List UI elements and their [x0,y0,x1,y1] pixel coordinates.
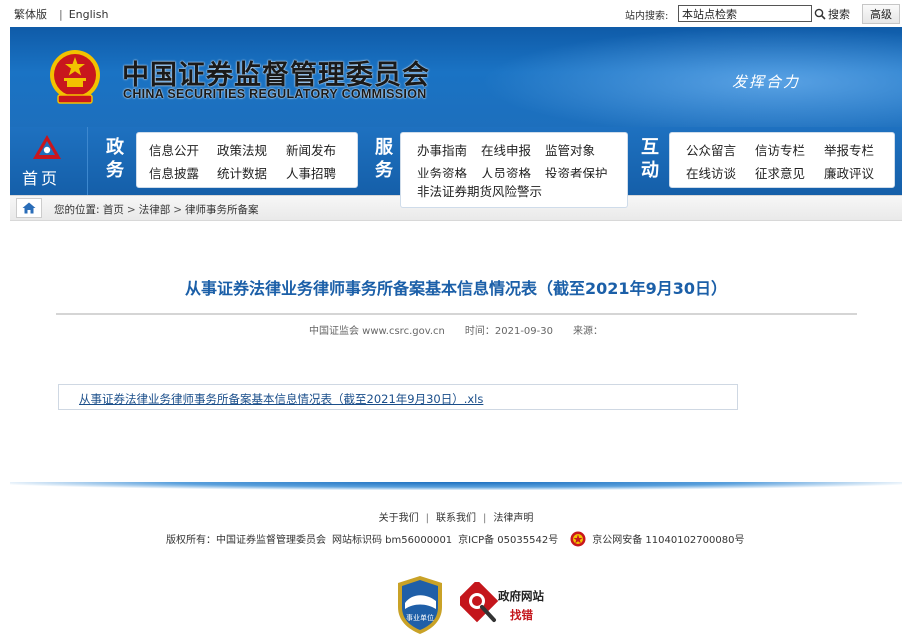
article-meta: 中国证监会 www.csrc.gov.cn 时间：2021-09-30 来源： [0,322,912,337]
footer-copyright: 版权所有：中国证券监督管理委员会 网站标识码 bm56000001 京ICP备 05… [166,531,744,547]
gov-site-label: 政府网站 [498,589,544,603]
nav-item-news[interactable]: 新闻发布 [286,140,336,159]
copyright-text: 版权所有：中国证券监督管理委员会 [166,535,326,546]
banner-slogan: 发挥合力 [732,73,801,91]
nav-item-recruit[interactable]: 人事招聘 [286,163,336,182]
breadcrumb-prefix: 您的位置: [54,204,100,216]
site-title-en: CHINA SECURITIES REGULATORY COMMISSION [123,87,427,101]
nav-item-public-message[interactable]: 公众留言 [686,140,736,159]
find-error-label: 找错 [510,608,533,622]
nav-group-gov-char1: 政 [106,137,124,158]
nav-item-disclosure[interactable]: 信息披露 [149,163,199,182]
nav-item-info-public[interactable]: 信息公开 [149,140,199,159]
footer-link-separator: | [425,513,429,524]
nav-group-gov: 信息公开 政策法规 新闻发布 信息披露 统计数据 人事招聘 [136,132,358,188]
attachment-box: 从事证券法律业务律师事务所备案基本信息情况表（截至2021年9月30日）.xls [58,384,738,410]
footer-links: 关于我们 | 联系我们 | 法律声明 [0,509,912,524]
nav-group-service-char2: 务 [375,160,393,181]
search-button-label: 搜索 [828,8,850,21]
nav-group-interact: 公众留言 信访专栏 举报专栏 在线访谈 征求意见 廉政评议 [669,132,895,188]
advanced-search-button[interactable]: 高级 [862,4,900,24]
search-label: 站内搜索: [625,11,669,22]
article-title: 从事证券法律业务律师事务所备案基本信息情况表（截至2021年9月30日） [185,279,727,298]
breadcrumb-item-home[interactable]: 首页 [103,204,124,216]
article-divider [56,313,857,315]
police-badge-icon [570,531,586,547]
nav-service-dropdown-extension: 非法证券期货风险警示 [400,178,628,208]
police-record[interactable]: 京公网安备 11040102700080号 [592,535,744,546]
english-link[interactable]: English [69,8,109,21]
nav-item-illegal-warning[interactable]: 非法证券期货风险警示 [417,181,542,200]
nav-group-service-label: 服 务 [370,136,398,182]
nav-group-interact-label: 互 动 [636,136,664,182]
magnifier-error-icon [460,582,499,623]
traditional-link[interactable]: 繁体版 [14,8,47,21]
nav-item-guide[interactable]: 办事指南 [417,140,467,159]
nav-group-interact-char2: 动 [641,160,659,181]
house-icon [22,202,36,214]
gov-site-error-badge[interactable]: 政府网站 找错 [460,582,556,626]
search-button[interactable]: 搜索 [814,5,858,23]
site-id: 网站标识码 bm56000001 [332,535,453,546]
nav-group-gov-char2: 务 [106,160,124,181]
footer-link-about[interactable]: 关于我们 [379,513,419,524]
nav-home-label: 首页 [22,169,61,188]
nav-item-report[interactable]: 举报专栏 [824,140,874,159]
lang-separator: | [59,8,63,21]
nav-item-solicit[interactable]: 征求意见 [755,163,805,182]
breadcrumb-separator: > [173,204,183,216]
nav-item-statistics[interactable]: 统计数据 [217,163,267,182]
icp-number[interactable]: 京ICP备 05035542号 [458,535,558,546]
nav-item-regulated[interactable]: 监管对象 [545,140,595,159]
magnifier-icon [814,8,826,20]
language-switch: 繁体版 | English [14,6,114,22]
nav-item-petition[interactable]: 信访专栏 [755,140,805,159]
nav-group-service-char1: 服 [375,137,393,158]
csrc-logo-icon [33,135,61,159]
attachment-link[interactable]: 从事证券法律业务律师事务所备案基本信息情况表（截至2021年9月30日）.xls [79,391,483,407]
breadcrumb-item-legal[interactable]: 法律部 [139,204,171,216]
breadcrumb-item-filing[interactable]: 律师事务所备案 [185,204,259,216]
breadcrumb-home-button[interactable] [16,198,42,218]
nav-group-gov-label: 政 务 [101,136,129,182]
footer-divider [10,482,902,490]
search-input[interactable] [678,5,812,22]
top-bar: 繁体版 | English 站内搜索: 搜索 高级 [0,0,912,27]
nav-item-policy[interactable]: 政策法规 [217,140,267,159]
nav-group-interact-char1: 互 [641,137,659,158]
article-from: 来源： [573,326,603,337]
nav-item-online-interview[interactable]: 在线访谈 [686,163,736,182]
footer-link-contact[interactable]: 联系我们 [436,513,476,524]
footer-link-legal[interactable]: 法律声明 [493,513,533,524]
banner-glow [480,27,902,127]
article-time: 时间：2021-09-30 [464,326,553,337]
national-emblem-icon [50,50,100,104]
breadcrumb-separator: > [126,204,136,216]
site-banner: 中国证券监督管理委员会 CHINA SECURITIES REGULATORY … [10,27,902,127]
nav-item-online-apply[interactable]: 在线申报 [481,140,531,159]
article-source: 中国证监会 www.csrc.gov.cn [309,326,445,337]
breadcrumb-trail: 您的位置: 首页 > 法律部 > 律师事务所备案 [54,202,259,217]
nav-home[interactable]: 首页 [10,127,88,195]
footer-link-separator: | [483,513,487,524]
institution-badge-icon[interactable]: 事业单位 [396,575,444,635]
institution-badge-label: 事业单位 [406,613,434,622]
nav-item-integrity[interactable]: 廉政评议 [824,163,874,182]
